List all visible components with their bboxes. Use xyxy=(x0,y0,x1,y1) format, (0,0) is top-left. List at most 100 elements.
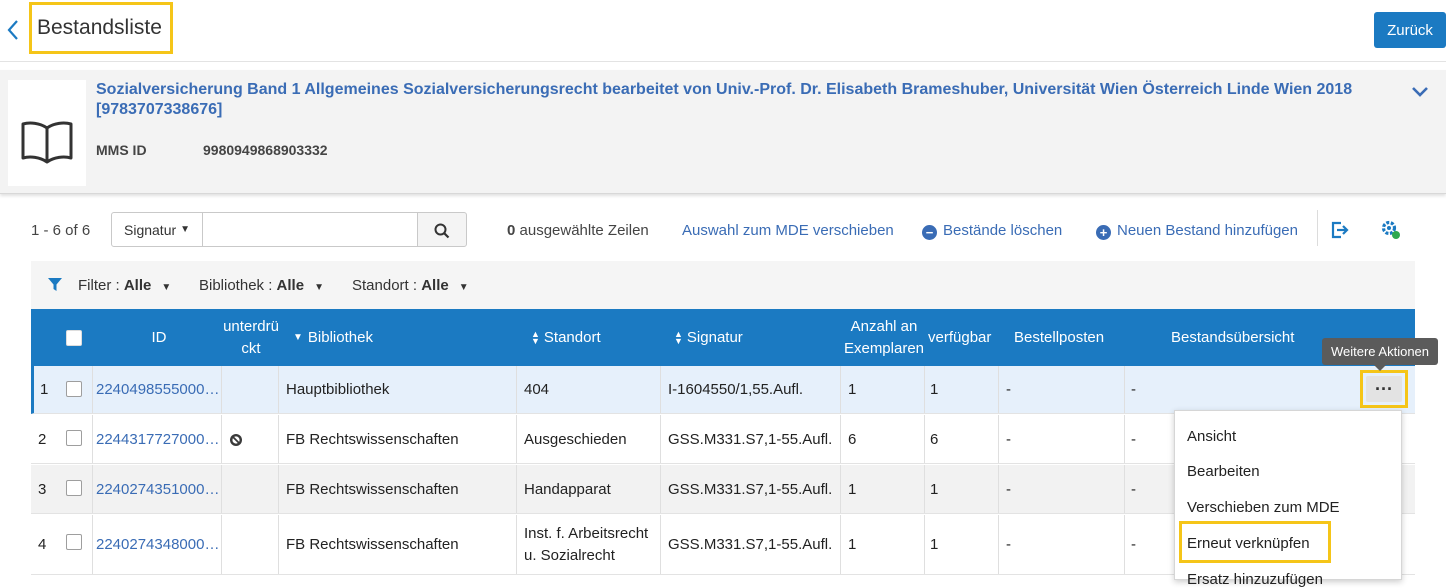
export-icon[interactable] xyxy=(1330,220,1350,240)
cell-divider xyxy=(278,366,279,413)
column-header-location[interactable]: ▲ ▼ Standort xyxy=(531,309,661,366)
menu-item-edit[interactable]: Bearbeiten xyxy=(1187,463,1260,480)
column-header-orders[interactable]: Bestellposten xyxy=(1014,309,1134,366)
available-cell: 1 xyxy=(930,381,939,398)
add-holding-label: Neuen Bestand hinzufügen xyxy=(1117,222,1298,239)
library-cell: FB Rechtswissenschaften xyxy=(286,480,459,498)
cell-divider xyxy=(1124,465,1125,513)
table-row[interactable]: 1 2240498555000… Hauptbibliothek 404 I-1… xyxy=(31,366,1415,414)
row-checkbox[interactable] xyxy=(66,430,82,446)
header-line: Anzahl an xyxy=(850,317,918,335)
cell-divider xyxy=(840,515,841,574)
cell-divider xyxy=(516,415,517,463)
cell-divider xyxy=(278,415,279,463)
cell-divider xyxy=(998,465,999,513)
filter-label: Standort : xyxy=(352,277,418,294)
back-button[interactable]: Zurück xyxy=(1374,12,1446,48)
cell-divider xyxy=(998,366,999,413)
filter-value: Alle xyxy=(123,277,152,294)
column-header-library[interactable]: ▼ Bibliothek xyxy=(293,309,513,366)
cell-divider xyxy=(840,366,841,413)
cell-divider xyxy=(516,515,517,574)
holding-id-link[interactable]: 2244317727000… xyxy=(96,415,219,463)
filter-label: Bibliothek : xyxy=(199,277,273,294)
column-header-suppressed[interactable]: unterdrü ckt xyxy=(221,309,281,366)
search-icon xyxy=(434,223,450,239)
mms-id-value: 9980949868903332 xyxy=(203,142,328,158)
filter-label: Filter : xyxy=(78,277,120,294)
row-actions-menu: Ansicht Bearbeiten Verschieben zum MDE E… xyxy=(1174,410,1402,588)
menu-item-move-to-mde[interactable]: Verschieben zum MDE xyxy=(1187,499,1340,516)
filter-dropdown-library[interactable]: Bibliothek : Alle ▼ xyxy=(199,277,324,294)
cell-divider xyxy=(221,366,222,413)
filter-bar: Filter : Alle ▼ Bibliothek : Alle ▼ Stando… xyxy=(31,261,1415,309)
sort-icon: ▲ ▼ xyxy=(531,328,540,346)
filter-icon xyxy=(48,278,62,291)
move-to-mde-link[interactable]: Auswahl zum MDE verschieben xyxy=(682,222,894,239)
search-field-select[interactable]: Signatur ▼ xyxy=(111,212,203,247)
holding-id-link[interactable]: 2240498555000… xyxy=(96,366,219,413)
filter-dropdown-location[interactable]: Standort : Alle ▼ xyxy=(352,277,469,294)
cell-divider xyxy=(998,415,999,463)
location-cell: Handapparat xyxy=(524,480,611,498)
cell-divider xyxy=(924,465,925,513)
items-cell: 1 xyxy=(848,381,857,398)
page-title-highlight: Bestandsliste xyxy=(29,2,173,54)
menu-item-relink[interactable]: Erneut verknüpfen xyxy=(1187,535,1310,552)
more-actions-highlight: ··· xyxy=(1360,370,1408,408)
cell-divider xyxy=(92,465,93,513)
column-header-id[interactable]: ID xyxy=(95,309,223,366)
summary-cell: - xyxy=(1131,480,1136,498)
summary-cell: - xyxy=(1131,536,1136,553)
cell-divider xyxy=(660,515,661,574)
result-range: 1 - 6 of 6 xyxy=(31,222,91,239)
row-checkbox[interactable] xyxy=(66,480,82,496)
holding-id-link[interactable]: 2240274351000… xyxy=(96,465,219,513)
search-input[interactable] xyxy=(202,212,418,247)
filter-dropdown-filter[interactable]: Filter : Alle ▼ xyxy=(78,277,171,294)
cell-divider xyxy=(660,465,661,513)
plus-circle-icon: + xyxy=(1096,225,1111,240)
cell-divider xyxy=(660,415,661,463)
table-settings-icon[interactable] xyxy=(1380,219,1402,241)
search-field-label: Signatur xyxy=(124,221,177,238)
header-line: unterdrü xyxy=(223,317,279,335)
caret-down-icon: ▼ xyxy=(314,282,324,293)
chevron-left-icon[interactable] xyxy=(4,18,20,42)
row-checkbox[interactable] xyxy=(66,381,82,397)
cell-divider xyxy=(278,465,279,513)
chevron-down-icon[interactable] xyxy=(1410,84,1430,100)
items-cell: 1 xyxy=(848,536,857,553)
sort-icon: ▲ ▼ xyxy=(674,328,683,346)
header-line: ckt xyxy=(241,339,261,357)
holding-id-link[interactable]: 2240274348000… xyxy=(96,515,219,574)
column-header-available[interactable]: verfügbar xyxy=(928,309,998,366)
record-header: Sozialversicherung Band 1 Allgemeines So… xyxy=(0,70,1446,194)
call-number-cell: I-1604550/1,55.Aufl. xyxy=(668,381,804,398)
menu-item-view[interactable]: Ansicht xyxy=(1187,428,1236,445)
more-actions-tooltip: Weitere Aktionen xyxy=(1322,338,1438,371)
add-holding-link[interactable]: + Neuen Bestand hinzufügen xyxy=(1096,222,1298,240)
summary-cell: - xyxy=(1131,381,1136,398)
orders-cell: - xyxy=(1006,480,1011,498)
selected-label: ausgewählte Zeilen xyxy=(519,222,649,239)
row-checkbox[interactable] xyxy=(66,534,82,550)
record-title-link[interactable]: Sozialversicherung Band 1 Allgemeines So… xyxy=(96,80,1376,120)
suppressed-icon xyxy=(230,434,242,446)
more-actions-button[interactable]: ··· xyxy=(1366,376,1402,402)
column-header-items[interactable]: Anzahl an Exemplaren xyxy=(837,309,931,366)
column-header-call-number[interactable]: ▲ ▼ Signatur xyxy=(674,309,834,366)
available-cell: 1 xyxy=(930,480,939,498)
location-cell: Ausgeschieden xyxy=(524,430,627,448)
top-bar: Bestandsliste Zurück xyxy=(0,0,1446,62)
cell-divider xyxy=(840,465,841,513)
filter-value: Alle xyxy=(421,277,449,294)
column-header-summary[interactable]: Bestandsübersicht xyxy=(1171,309,1331,366)
select-all-checkbox[interactable] xyxy=(66,330,82,346)
cell-divider xyxy=(92,515,93,574)
delete-holdings-link[interactable]: − Bestände löschen xyxy=(922,222,1062,240)
search-button[interactable] xyxy=(417,212,467,247)
location-cell: Inst. f. Arbeitsrecht u. Sozialrecht xyxy=(524,515,648,574)
menu-item-add-replacement[interactable]: Ersatz hinzuzufügen xyxy=(1187,571,1323,588)
cell-divider xyxy=(840,415,841,463)
